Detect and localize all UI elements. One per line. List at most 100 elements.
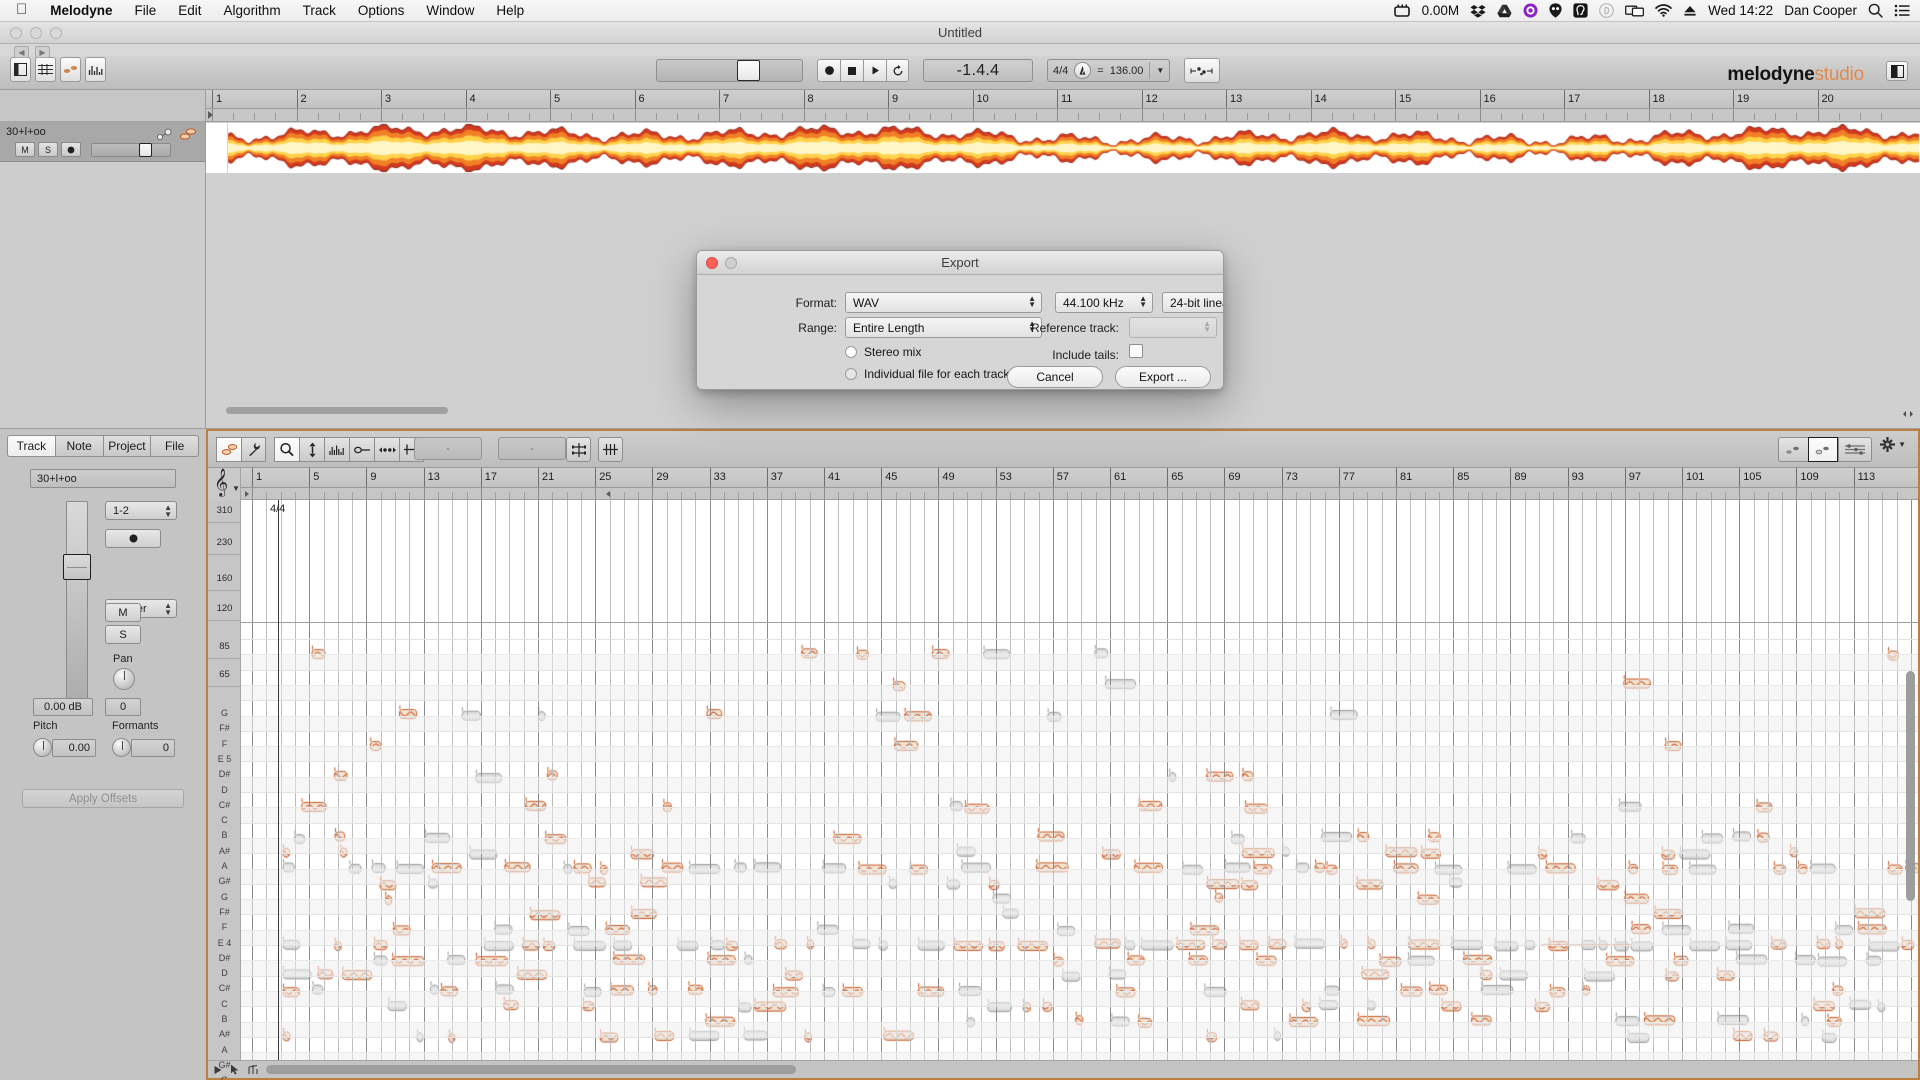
wrench-icon[interactable] bbox=[241, 437, 266, 462]
gear-icon[interactable]: ▼ bbox=[1880, 437, 1906, 452]
track-record-button[interactable] bbox=[61, 142, 81, 157]
playhead-marker[interactable] bbox=[208, 111, 213, 119]
menu-track[interactable]: Track bbox=[292, 0, 347, 22]
snap-mode-button[interactable] bbox=[1184, 58, 1221, 83]
show-grid-icon[interactable] bbox=[35, 57, 56, 82]
menu-options[interactable]: Options bbox=[347, 0, 416, 22]
note-grid[interactable]: 4/4 bbox=[241, 500, 1918, 1060]
formants-value-field[interactable]: 0 bbox=[131, 739, 175, 757]
individual-file-radio[interactable] bbox=[845, 368, 857, 380]
apple-logo-icon[interactable]:  bbox=[10, 2, 39, 19]
clef-menu-arrow-icon[interactable]: ▼ bbox=[232, 484, 240, 493]
menu-edit[interactable]: Edit bbox=[167, 0, 212, 22]
timing-tool-icon[interactable] bbox=[374, 437, 399, 462]
nav-forward-button[interactable]: ▶ bbox=[35, 46, 50, 58]
tab-note[interactable]: Note bbox=[54, 435, 103, 457]
play-button[interactable] bbox=[863, 59, 886, 82]
volume-fader-knob[interactable] bbox=[63, 554, 91, 580]
inspector-mute-button[interactable]: M bbox=[105, 603, 141, 622]
d-circle-icon[interactable] bbox=[1599, 3, 1615, 18]
layout-toggle-button[interactable] bbox=[1886, 61, 1908, 81]
gear-menu-arrow-icon[interactable]: ▼ bbox=[1898, 440, 1906, 449]
hearing-icon[interactable] bbox=[1573, 3, 1588, 18]
multi-track-icon[interactable] bbox=[1838, 437, 1872, 462]
target-icon[interactable] bbox=[1523, 3, 1538, 18]
formants-knob[interactable] bbox=[112, 738, 131, 757]
battery-icon[interactable] bbox=[1393, 4, 1411, 17]
menu-window[interactable]: Window bbox=[415, 0, 485, 22]
track-solo-button[interactable]: S bbox=[38, 142, 58, 157]
track-mute-button[interactable]: M bbox=[15, 142, 35, 157]
pan-knob[interactable] bbox=[113, 668, 135, 690]
timeline-scroll-thumb[interactable] bbox=[737, 60, 760, 81]
menu-melodyne[interactable]: Melodyne bbox=[39, 0, 123, 22]
editor-timeline-subruler[interactable] bbox=[208, 488, 1918, 500]
bitdepth-select[interactable]: 24-bit linear ▲▼ bbox=[1162, 292, 1223, 313]
pitch-snap-icon[interactable] bbox=[566, 437, 591, 462]
inspector-solo-button[interactable]: S bbox=[105, 625, 141, 644]
screen-mirror-icon[interactable] bbox=[1625, 4, 1645, 18]
blob-tool-icon[interactable] bbox=[216, 437, 241, 462]
tempo-value[interactable]: 136.00 bbox=[1110, 65, 1144, 77]
output-select[interactable]: 1-2 ▲ ▼ bbox=[105, 501, 177, 520]
arrange-scroll-thumb[interactable] bbox=[226, 407, 448, 414]
arrange-timeline-subruler[interactable] bbox=[206, 109, 1920, 122]
show-waveform-icon[interactable] bbox=[85, 57, 106, 82]
window-close-button[interactable] bbox=[10, 26, 22, 39]
editor-horizontal-scrollbar[interactable] bbox=[266, 1065, 796, 1074]
arrange-horizontal-scrollbar[interactable] bbox=[206, 406, 1902, 415]
editor-vertical-scrollbar[interactable] bbox=[1906, 671, 1915, 901]
editor-field-1[interactable]: - bbox=[414, 437, 482, 460]
track-volume-slider[interactable] bbox=[91, 142, 171, 157]
search-icon[interactable] bbox=[1868, 3, 1883, 18]
magnifier-icon[interactable] bbox=[274, 437, 299, 462]
format-select[interactable]: WAV ▲ ▼ bbox=[845, 292, 1042, 313]
control-center-icon[interactable] bbox=[1894, 4, 1910, 17]
metronome-icon[interactable] bbox=[1074, 62, 1092, 79]
note-separation-icon[interactable] bbox=[349, 437, 374, 462]
individual-file-radio-row[interactable]: Individual file for each track bbox=[845, 367, 1009, 381]
cycle-button[interactable] bbox=[886, 59, 909, 82]
show-blobs-icon[interactable] bbox=[60, 57, 81, 82]
editor-timeline-ruler[interactable]: 4159131721252933374145495357616569737781… bbox=[208, 468, 1918, 488]
pitch-knob[interactable] bbox=[33, 738, 52, 757]
time-signature-display[interactable]: 4/4 bbox=[1053, 65, 1068, 77]
eject-icon[interactable] bbox=[1683, 4, 1697, 17]
editor-playhead[interactable] bbox=[278, 500, 279, 1060]
tempo-menu-arrow-icon[interactable]: ▼ bbox=[1156, 66, 1164, 75]
tab-track[interactable]: Track bbox=[7, 435, 55, 457]
record-button[interactable] bbox=[817, 59, 840, 82]
gain-value-field[interactable]: 0.00 dB bbox=[33, 698, 93, 716]
menu-file[interactable]: File bbox=[124, 0, 168, 22]
window-minimize-button[interactable] bbox=[30, 26, 42, 39]
arrange-timeline-ruler[interactable]: 1 2 3 4 5 6 7 8 9 10 11 12 13 14 15 16 17 18 19 20 bbox=[206, 90, 1920, 109]
volume-fader-track[interactable] bbox=[63, 501, 91, 701]
menubar-username[interactable]: Dan Cooper bbox=[1784, 3, 1857, 18]
blob-view-icon[interactable] bbox=[1808, 437, 1838, 462]
arrange-resize-handle[interactable] bbox=[1902, 409, 1914, 424]
track-volume-thumb[interactable] bbox=[139, 142, 152, 157]
treble-clef-icon[interactable]: 𝄞 bbox=[214, 470, 228, 496]
tab-file[interactable]: File bbox=[150, 435, 199, 457]
time-snap-icon[interactable] bbox=[598, 437, 623, 462]
audio-waveform-area[interactable] bbox=[206, 123, 1920, 173]
tab-project[interactable]: Project bbox=[102, 435, 151, 457]
position-display[interactable]: -1.4.4 bbox=[923, 59, 1033, 82]
pitch-tool-icon[interactable] bbox=[299, 437, 324, 462]
samplerate-select[interactable]: 44.100 kHz ▲ ▼ bbox=[1055, 292, 1153, 313]
include-tails-checkbox[interactable] bbox=[1129, 344, 1143, 358]
stereo-mix-radio-row[interactable]: Stereo mix bbox=[845, 345, 921, 359]
inspector-track-name-field[interactable]: 30+l+oo bbox=[30, 469, 176, 488]
apply-offsets-button[interactable]: Apply Offsets bbox=[22, 789, 184, 808]
loop-end-marker[interactable] bbox=[606, 491, 610, 497]
google-drive-icon[interactable] bbox=[1497, 4, 1512, 18]
inspector-record-button[interactable] bbox=[105, 529, 161, 548]
timeline-scroll-slider[interactable] bbox=[656, 59, 803, 82]
export-dialog-close-button[interactable] bbox=[706, 256, 718, 269]
notes-icon[interactable] bbox=[247, 1064, 259, 1078]
menu-help[interactable]: Help bbox=[485, 0, 535, 22]
note-view-icon[interactable] bbox=[1778, 437, 1808, 462]
cancel-button[interactable]: Cancel bbox=[1007, 366, 1103, 388]
track-row[interactable]: 30+l+oo M S bbox=[0, 122, 205, 162]
menubar-clock[interactable]: Wed 14:22 bbox=[1708, 3, 1773, 18]
